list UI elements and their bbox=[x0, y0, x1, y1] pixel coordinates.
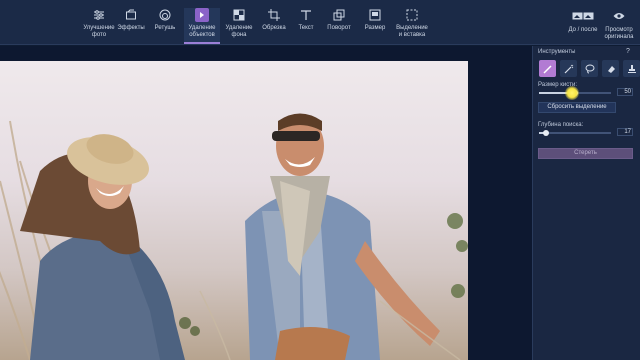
tool-effects-label: Эффекты bbox=[117, 25, 145, 31]
photo-canvas[interactable] bbox=[0, 61, 468, 360]
eraser-icon bbox=[195, 8, 209, 22]
crop-icon bbox=[267, 8, 281, 22]
tool-text-label: Текст bbox=[298, 25, 314, 31]
magic-wand-icon bbox=[564, 64, 573, 73]
erase-button[interactable]: Стереть bbox=[538, 148, 633, 159]
stamp-icon bbox=[627, 64, 636, 73]
panel-title: Инструменты bbox=[538, 49, 576, 55]
tool-enhance-button[interactable]: Улучшение фото bbox=[82, 8, 116, 44]
tool-resize-button[interactable]: Размер bbox=[361, 8, 389, 44]
tool-retouch-button[interactable]: Ретушь bbox=[151, 8, 179, 44]
preview-original-label: Просмотр bbox=[605, 27, 633, 33]
brush-size-value[interactable]: 50 bbox=[617, 88, 633, 96]
eye-icon bbox=[613, 12, 625, 23]
search-depth-label: Глубина поиска: bbox=[538, 122, 584, 128]
resize-icon bbox=[368, 8, 382, 22]
canvas-right-margin bbox=[468, 46, 532, 360]
help-icon[interactable]: ? bbox=[626, 48, 634, 56]
tool-resize-label: Размер bbox=[364, 25, 386, 31]
search-depth-slider[interactable] bbox=[539, 130, 611, 136]
tool-select-label-2: и вставка bbox=[398, 32, 426, 38]
effects-icon bbox=[124, 8, 138, 22]
tool-bg-removal-button[interactable]: Удаление фона bbox=[223, 8, 255, 44]
magic-wand-tool-button[interactable] bbox=[560, 60, 577, 77]
tool-rotate-button[interactable]: Поворот bbox=[324, 8, 354, 44]
tool-crop-label: Обрезка bbox=[262, 25, 286, 31]
before-after-icon bbox=[572, 12, 594, 23]
before-after-button[interactable]: До / после bbox=[566, 12, 600, 34]
selection-icon bbox=[405, 8, 419, 22]
tools-panel: Инструменты ? Размер кисти: 50 Сбросить … bbox=[532, 46, 640, 360]
tool-text-button[interactable]: Текст bbox=[293, 8, 319, 44]
tool-enhance-label: Улучшение bbox=[83, 25, 115, 31]
rotate-icon bbox=[332, 8, 346, 22]
before-after-label: До / после bbox=[568, 27, 598, 33]
sliders-icon bbox=[92, 8, 106, 22]
tool-crop-button[interactable]: Обрезка bbox=[260, 8, 288, 44]
search-depth-slider-knob[interactable] bbox=[543, 130, 550, 136]
eraser-tool-icon bbox=[607, 65, 615, 73]
top-toolbar: Улучшение фото Эффекты Ретушь Удаление о… bbox=[0, 0, 640, 45]
lasso-tool-button[interactable] bbox=[581, 60, 598, 77]
eraser-tool-button[interactable] bbox=[602, 60, 619, 77]
tool-select-button[interactable]: Выделение и вставка bbox=[394, 8, 430, 44]
tool-enhance-label-2: фото bbox=[91, 32, 107, 38]
tool-bg-removal-label-2: фона bbox=[231, 32, 247, 38]
tool-object-removal-label: Удаление bbox=[188, 25, 216, 31]
lasso-icon bbox=[585, 64, 594, 73]
tool-retouch-label: Ретушь bbox=[154, 25, 176, 31]
preview-original-label-2: оригинала bbox=[604, 34, 634, 40]
brush-icon bbox=[542, 64, 552, 74]
brush-tool-button[interactable] bbox=[539, 60, 556, 77]
mouse-cursor-highlight bbox=[565, 86, 579, 100]
tool-effects-button[interactable]: Эффекты bbox=[117, 8, 145, 44]
tool-object-removal-label-2: объектов bbox=[189, 32, 215, 38]
photo-image bbox=[0, 113, 468, 360]
background-icon bbox=[232, 8, 246, 22]
search-depth-value[interactable]: 17 bbox=[617, 128, 633, 136]
canvas-top-margin bbox=[0, 46, 468, 61]
text-icon bbox=[299, 8, 313, 22]
stamp-tool-button[interactable] bbox=[623, 60, 640, 77]
reset-selection-button[interactable]: Сбросить выделение bbox=[538, 102, 616, 113]
preview-original-button[interactable]: Просмотр оригинала bbox=[601, 12, 637, 41]
retouch-icon bbox=[158, 8, 172, 22]
tool-object-removal-button[interactable]: Удаление объектов bbox=[184, 8, 220, 44]
tool-bg-removal-label: Удаление bbox=[225, 25, 253, 31]
tool-rotate-label: Поворот bbox=[327, 25, 351, 31]
tool-select-label: Выделение bbox=[396, 25, 428, 31]
